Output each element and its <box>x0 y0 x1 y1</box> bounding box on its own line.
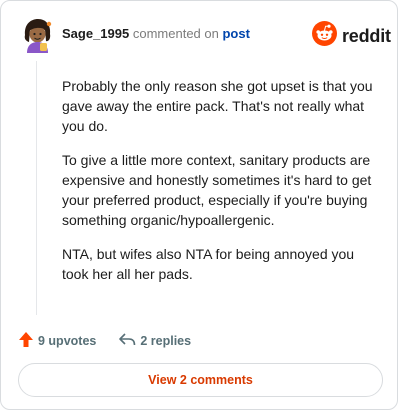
comment-body: Probably the only reason she got upset i… <box>62 76 382 298</box>
comment-paragraph: NTA, but wifes also NTA for being annoye… <box>62 246 355 282</box>
view-comments-button[interactable]: View 2 comments <box>18 363 383 397</box>
avatar[interactable] <box>18 15 56 53</box>
comment-actions: 9 upvotes 2 replies <box>18 331 191 351</box>
comment-paragraph: Probably the only reason she got upset i… <box>62 78 373 134</box>
commented-on-text: commented on <box>132 26 219 41</box>
username[interactable]: Sage_1995 <box>62 26 129 41</box>
upvote-count: 9 upvotes <box>38 334 97 348</box>
upvote-arrow-icon <box>18 331 34 351</box>
reply-count: 2 replies <box>140 334 192 348</box>
reddit-snoo-icon <box>312 21 337 51</box>
comment-card: Sage_1995 commented on post reddit Proba… <box>0 0 398 410</box>
comment-paragraph: To give a little more context, sanitary … <box>62 152 372 228</box>
reddit-wordmark: reddit <box>342 25 391 46</box>
upvote-button[interactable]: 9 upvotes <box>18 331 96 351</box>
comment-header: Sage_1995 commented on post <box>62 26 250 42</box>
thread-line <box>36 61 37 315</box>
reply-arrow-icon <box>118 332 136 350</box>
replies-button[interactable]: 2 replies <box>118 332 191 350</box>
reddit-logo[interactable]: reddit <box>312 21 391 51</box>
post-link[interactable]: post <box>222 26 249 41</box>
